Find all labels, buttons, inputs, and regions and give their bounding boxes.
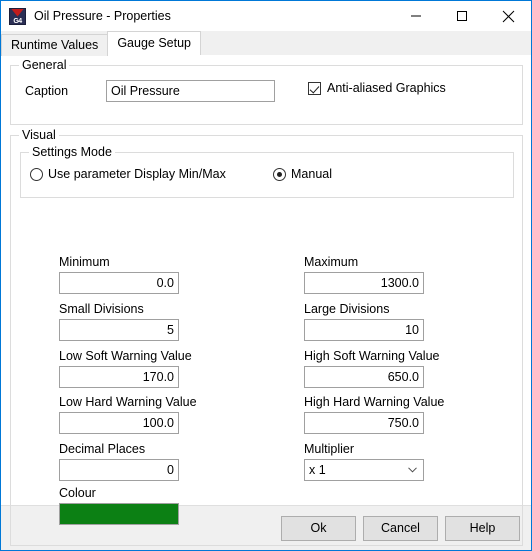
radio-display-minmax-label: Use parameter Display Min/Max: [48, 167, 226, 181]
low-soft-warning-input[interactable]: 170.0: [59, 366, 179, 388]
settings-mode-group-title: Settings Mode: [29, 145, 115, 159]
close-button[interactable]: [485, 1, 531, 31]
low-hard-warning-input[interactable]: 100.0: [59, 412, 179, 434]
maximize-icon: [457, 11, 467, 21]
large-divisions-label: Large Divisions: [304, 302, 390, 316]
minimum-input[interactable]: 0.0: [59, 272, 179, 294]
close-icon: [502, 10, 514, 22]
tab-gauge-setup[interactable]: Gauge Setup: [107, 31, 201, 55]
tab-strip: Runtime Values Gauge Setup: [1, 31, 531, 56]
dialog-client-area: General Caption Oil Pressure Anti-aliase…: [1, 56, 531, 546]
caption-button-group: [393, 1, 531, 31]
maximize-button[interactable]: [439, 1, 485, 31]
colour-swatch[interactable]: [59, 503, 179, 525]
antialiased-graphics-checkbox[interactable]: [308, 82, 321, 95]
radio-manual-label: Manual: [291, 167, 332, 181]
visual-groupbox: Visual Settings Mode Use parameter Displ…: [10, 128, 523, 546]
settings-mode-groupbox: Settings Mode Use parameter Display Min/…: [20, 145, 514, 198]
caption-input[interactable]: Oil Pressure: [106, 80, 275, 102]
low-hard-warning-label: Low Hard Warning Value: [59, 395, 197, 409]
low-soft-warning-label: Low Soft Warning Value: [59, 349, 192, 363]
decimal-places-label: Decimal Places: [59, 442, 146, 456]
radio-manual-row[interactable]: Manual: [273, 167, 332, 182]
tab-runtime-values[interactable]: Runtime Values: [1, 34, 109, 56]
minimum-label: Minimum: [59, 255, 110, 269]
window-title: Oil Pressure - Properties: [34, 9, 171, 23]
radio-display-minmax[interactable]: [30, 168, 43, 181]
multiplier-label: Multiplier: [304, 442, 355, 456]
radio-display-minmax-row[interactable]: Use parameter Display Min/Max: [30, 167, 226, 182]
decimal-places-input[interactable]: 0: [59, 459, 179, 481]
antialiased-graphics-label: Anti-aliased Graphics: [327, 81, 446, 95]
high-soft-warning-label: High Soft Warning Value: [304, 349, 440, 363]
antialiased-graphics-checkbox-row[interactable]: Anti-aliased Graphics: [308, 81, 446, 96]
properties-dialog-window: Oil Pressure - Properties Runtime Va: [0, 0, 532, 551]
small-divisions-label: Small Divisions: [59, 302, 144, 316]
maximum-input[interactable]: 1300.0: [304, 272, 424, 294]
high-soft-warning-input[interactable]: 650.0: [304, 366, 424, 388]
maximum-label: Maximum: [304, 255, 359, 269]
small-divisions-input[interactable]: 5: [59, 319, 179, 341]
multiplier-select[interactable]: x 1: [304, 459, 424, 481]
multiplier-selected-value: x 1: [309, 463, 326, 477]
high-hard-warning-input[interactable]: 750.0: [304, 412, 424, 434]
general-group-title: General: [19, 58, 70, 72]
radio-manual[interactable]: [273, 168, 286, 181]
g4-app-icon: [9, 7, 26, 25]
minimize-button[interactable]: [393, 1, 439, 31]
chevron-down-icon: [408, 467, 417, 473]
large-divisions-input[interactable]: 10: [304, 319, 424, 341]
colour-label: Colour: [59, 486, 96, 500]
visual-group-title: Visual: [19, 128, 59, 142]
caption-label: Caption: [25, 84, 69, 98]
title-bar: Oil Pressure - Properties: [1, 1, 531, 31]
minimize-icon: [411, 15, 421, 17]
high-hard-warning-label: High Hard Warning Value: [304, 395, 445, 409]
general-groupbox: General Caption Oil Pressure Anti-aliase…: [10, 58, 523, 125]
